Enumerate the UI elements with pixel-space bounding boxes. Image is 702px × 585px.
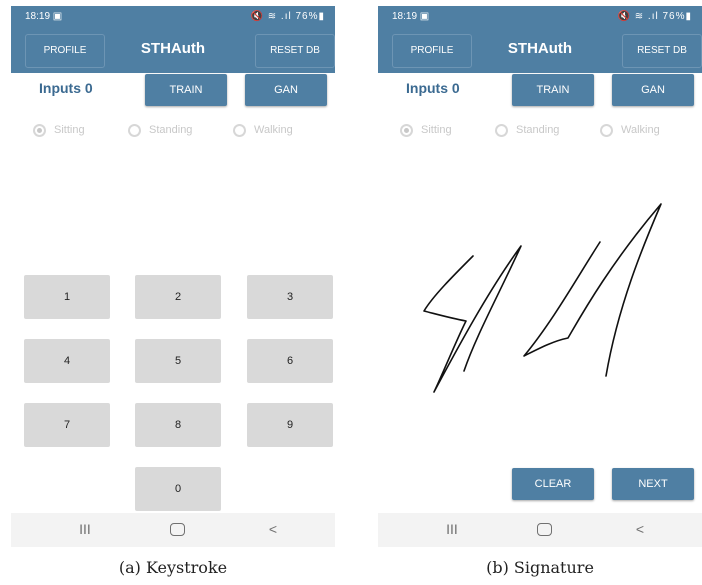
status-time: 18:19 ▣ <box>25 11 63 22</box>
signature-screen: 18:19 ▣ 🔇 ≋ .ıl 76%▮ PROFILE STHAuth RES… <box>378 6 702 547</box>
back-button[interactable]: < <box>625 521 655 537</box>
status-icons: 🔇 ≋ .ıl 76%▮ <box>617 11 692 22</box>
next-button[interactable]: NEXT <box>612 468 694 500</box>
key-9[interactable]: 9 <box>247 403 333 447</box>
key-2[interactable]: 2 <box>135 275 221 319</box>
train-button[interactable]: TRAIN <box>145 74 227 106</box>
key-1[interactable]: 1 <box>24 275 110 319</box>
app-bar: PROFILE STHAuth RESET DB <box>378 28 702 73</box>
radio-label: Standing <box>149 124 193 136</box>
radio-circle-icon <box>33 123 46 137</box>
signature-canvas[interactable] <box>378 146 702 456</box>
radio-label: Sitting <box>421 124 452 136</box>
radio-circle-icon <box>600 123 613 137</box>
key-6[interactable]: 6 <box>247 339 333 383</box>
signature-stroke <box>423 245 522 393</box>
back-button[interactable]: < <box>258 521 288 537</box>
caption-keystroke: (a) Keystroke <box>118 558 228 577</box>
key-4[interactable]: 4 <box>24 339 110 383</box>
radio-circle-icon <box>400 123 413 137</box>
recent-apps-button[interactable]: III <box>437 521 467 537</box>
status-bar: 18:19 ▣ 🔇 ≋ .ıl 76%▮ <box>378 6 702 28</box>
radio-label: Sitting <box>54 124 85 136</box>
inputs-counter: Inputs 0 <box>39 80 93 96</box>
radio-circle-icon <box>128 123 141 137</box>
radio-sitting[interactable]: Sitting <box>33 122 85 138</box>
status-icons: 🔇 ≋ .ıl 76%▮ <box>250 11 325 22</box>
home-button[interactable] <box>162 521 192 539</box>
home-icon <box>169 523 185 536</box>
radio-standing[interactable]: Standing <box>128 122 192 138</box>
recent-apps-button[interactable]: III <box>70 521 100 537</box>
system-nav-bar: III < <box>378 513 702 547</box>
home-icon <box>536 523 552 536</box>
gan-button[interactable]: GAN <box>612 74 694 106</box>
app-bar: PROFILE STHAuth RESET DB <box>11 28 335 73</box>
train-button[interactable]: TRAIN <box>512 74 594 106</box>
key-0[interactable]: 0 <box>135 467 221 511</box>
radio-circle-icon <box>495 123 508 137</box>
radio-walking[interactable]: Walking <box>233 122 293 138</box>
profile-button[interactable]: PROFILE <box>392 34 472 68</box>
radio-label: Walking <box>621 124 660 136</box>
radio-circle-icon <box>233 123 246 137</box>
radio-label: Walking <box>254 124 293 136</box>
caption-signature: (b) Signature <box>486 558 594 577</box>
radio-standing[interactable]: Standing <box>495 122 559 138</box>
clear-button[interactable]: CLEAR <box>512 468 594 500</box>
home-button[interactable] <box>529 521 559 539</box>
signature-stroke <box>523 203 662 377</box>
reset-db-button[interactable]: RESET DB <box>622 34 702 68</box>
key-7[interactable]: 7 <box>24 403 110 447</box>
reset-db-button[interactable]: RESET DB <box>255 34 335 68</box>
inputs-counter: Inputs 0 <box>406 80 460 96</box>
profile-button[interactable]: PROFILE <box>25 34 105 68</box>
system-nav-bar: III < <box>11 513 335 547</box>
key-3[interactable]: 3 <box>247 275 333 319</box>
radio-sitting[interactable]: Sitting <box>400 122 452 138</box>
status-time: 18:19 ▣ <box>392 11 430 22</box>
gan-button[interactable]: GAN <box>245 74 327 106</box>
status-bar: 18:19 ▣ 🔇 ≋ .ıl 76%▮ <box>11 6 335 28</box>
radio-walking[interactable]: Walking <box>600 122 660 138</box>
keystroke-screen: 18:19 ▣ 🔇 ≋ .ıl 76%▮ PROFILE STHAuth RES… <box>11 6 335 547</box>
key-5[interactable]: 5 <box>135 339 221 383</box>
radio-label: Standing <box>516 124 560 136</box>
key-8[interactable]: 8 <box>135 403 221 447</box>
